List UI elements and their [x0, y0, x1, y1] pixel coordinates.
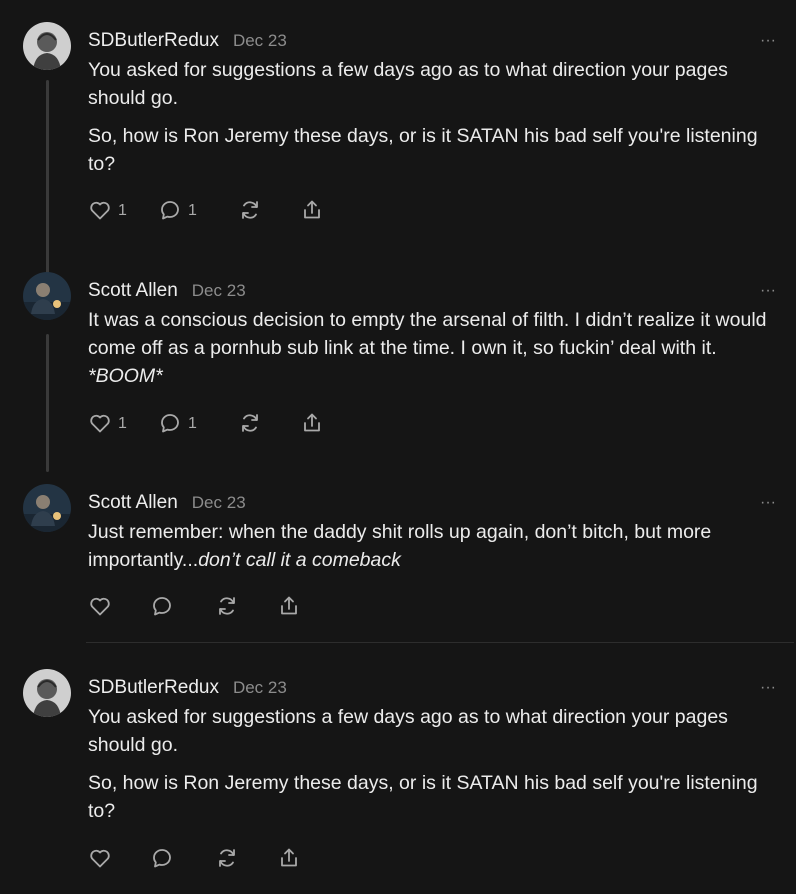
more-icon[interactable]: ···	[760, 33, 776, 49]
comment-icon	[153, 849, 171, 868]
reply-button[interactable]: 1	[158, 198, 238, 222]
avatar-sdbutlerredux[interactable]	[23, 669, 71, 717]
like-button[interactable]: 1	[88, 411, 158, 435]
more-icon[interactable]: ···	[760, 495, 776, 511]
thread-line	[46, 334, 49, 472]
comment-icon	[161, 414, 179, 433]
heart-icon	[90, 849, 110, 868]
like-button[interactable]	[88, 846, 150, 870]
comment-text: Just remember: when the daddy shit rolls…	[88, 518, 778, 574]
comment-text: So, how is Ron Jeremy these days, or is …	[88, 125, 758, 175]
comment-date[interactable]: Dec 23	[233, 678, 287, 698]
reply-button[interactable]: 1	[158, 411, 238, 435]
comment-icon	[161, 201, 179, 220]
comment-text: You asked for suggestions a few days ago…	[88, 706, 728, 756]
comment-icon	[153, 597, 171, 616]
thread-line	[46, 80, 49, 276]
restack-button[interactable]	[238, 411, 300, 435]
heart-icon	[90, 414, 110, 433]
comment-divider	[86, 642, 794, 643]
share-icon	[281, 848, 297, 867]
comment-text-italic: *BOOM*	[88, 365, 163, 387]
avatar-scott-allen[interactable]	[23, 484, 71, 532]
like-button[interactable]	[88, 594, 150, 618]
comment-author[interactable]: SDButlerRedux	[88, 677, 219, 699]
comment-author[interactable]: Scott Allen	[88, 492, 178, 514]
comment-date[interactable]: Dec 23	[192, 281, 246, 301]
comment-text: You asked for suggestions a few days ago…	[88, 59, 728, 109]
restack-button[interactable]	[215, 594, 277, 618]
comment-4: SDButlerRedux Dec 23 You asked for sugge…	[0, 669, 796, 889]
comment-author[interactable]: SDButlerRedux	[88, 30, 219, 52]
comment-date[interactable]: Dec 23	[192, 493, 246, 513]
avatar-scott-allen[interactable]	[23, 272, 71, 320]
restack-icon	[242, 414, 258, 432]
share-icon	[304, 200, 320, 219]
reply-count: 1	[188, 414, 197, 432]
restack-button[interactable]	[238, 198, 300, 222]
comment-2: Scott Allen Dec 23 It was a conscious de…	[0, 272, 796, 472]
comment-author[interactable]: Scott Allen	[88, 280, 178, 302]
comment-text: So, how is Ron Jeremy these days, or is …	[88, 772, 758, 822]
restack-button[interactable]	[215, 846, 277, 870]
share-button[interactable]	[300, 198, 324, 222]
reply-count: 1	[188, 201, 197, 219]
reply-button[interactable]	[150, 594, 215, 618]
share-icon	[304, 413, 320, 432]
share-button[interactable]	[277, 846, 301, 870]
share-button[interactable]	[300, 411, 324, 435]
avatar-sdbutlerredux[interactable]	[23, 22, 71, 70]
heart-icon	[90, 201, 110, 220]
comment-3: Scott Allen Dec 23 Just remember: when t…	[0, 484, 796, 634]
heart-icon	[90, 597, 110, 616]
comment-text: It was a conscious decision to empty the…	[88, 306, 778, 390]
share-button[interactable]	[277, 594, 301, 618]
comment-text-italic: don’t call it a comeback	[198, 549, 401, 571]
like-button[interactable]: 1	[88, 198, 158, 222]
more-icon[interactable]: ···	[760, 283, 776, 299]
share-icon	[281, 596, 297, 615]
restack-icon	[242, 201, 258, 219]
comment-date[interactable]: Dec 23	[233, 31, 287, 51]
reply-button[interactable]	[150, 846, 215, 870]
comment-text-main: It was a conscious decision to empty the…	[88, 309, 767, 359]
restack-icon	[219, 597, 235, 615]
more-icon[interactable]: ···	[760, 680, 776, 696]
like-count: 1	[118, 414, 127, 432]
restack-icon	[219, 849, 235, 867]
comment-1: SDButlerRedux Dec 23 You asked for sugge…	[0, 22, 796, 276]
like-count: 1	[118, 201, 127, 219]
